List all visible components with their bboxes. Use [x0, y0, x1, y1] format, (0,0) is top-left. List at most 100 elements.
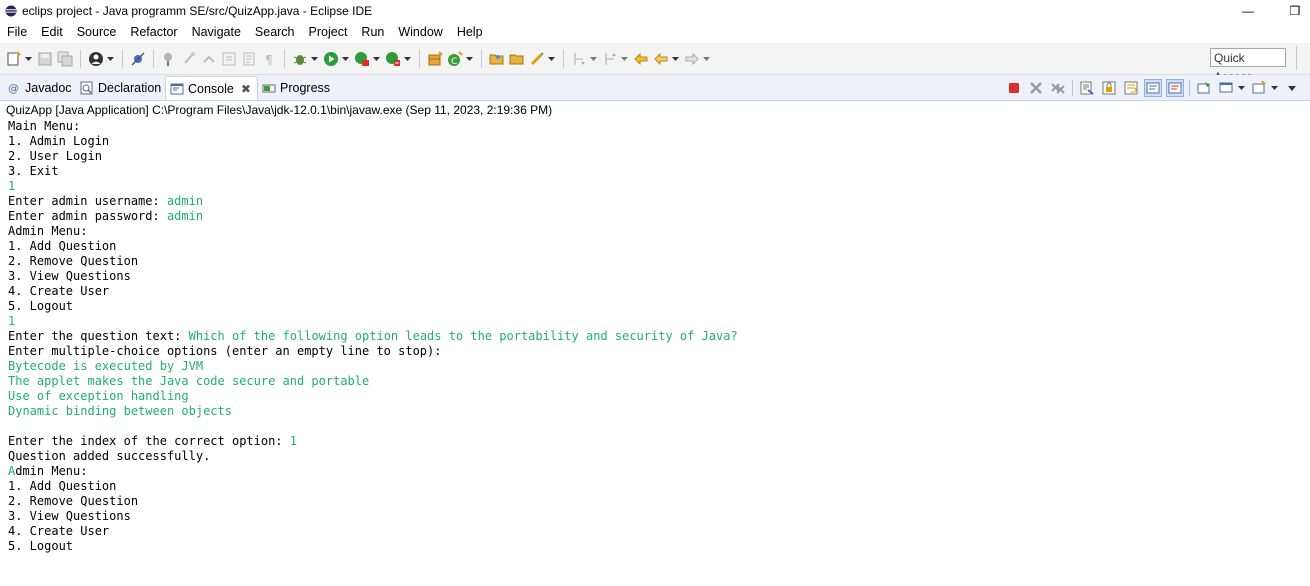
tab-javadoc[interactable]: @ Javadoc [3, 77, 72, 99]
declaration-icon [80, 81, 94, 95]
tab-label: Declaration [98, 81, 162, 95]
console-input-text: 1 [289, 434, 297, 448]
chevron-down-icon[interactable] [547, 51, 555, 67]
new-java-package-icon[interactable] [427, 50, 443, 67]
new-icon[interactable] [6, 50, 22, 67]
chevron-down-icon[interactable] [310, 51, 318, 67]
last-edit-location-icon[interactable] [633, 51, 649, 67]
svg-text:¶: ¶ [265, 53, 273, 67]
chevron-down-icon[interactable] [465, 51, 473, 67]
new-java-class-icon[interactable]: C [447, 50, 463, 67]
console-view-toolbar [1003, 78, 1303, 98]
console-output-text: 3. View Questions [8, 269, 131, 283]
toolbar-separator [284, 49, 285, 68]
view-menu-icon[interactable] [1284, 80, 1300, 96]
menu-project[interactable]: Project [302, 22, 355, 42]
display-selected-console-icon[interactable] [1218, 80, 1234, 96]
console-line: 5. Logout [8, 539, 1308, 554]
word-wrap-icon [241, 51, 257, 67]
menu-refactor[interactable]: Refactor [123, 22, 184, 42]
console-output-text: Admin Menu: [8, 224, 88, 238]
toolbar-separator [481, 49, 482, 68]
show-console-output-icon[interactable] [1144, 79, 1162, 97]
run-icon[interactable] [323, 51, 339, 67]
toolbar-separator [563, 49, 564, 68]
console-output[interactable]: Main Menu: 1. Admin Login 2. User Login 3. … [8, 119, 1308, 584]
open-task-icon[interactable] [509, 51, 525, 67]
console-line: Main Menu: [8, 119, 1308, 134]
remove-launch-icon [1028, 80, 1044, 96]
chevron-down-icon[interactable] [24, 51, 32, 67]
console-line: 2. User Login [8, 149, 1308, 164]
menu-source[interactable]: Source [70, 22, 124, 42]
progress-icon [262, 81, 276, 95]
toolbar-separator [153, 49, 154, 68]
menu-file[interactable]: File [0, 22, 34, 42]
chevron-down-icon[interactable] [372, 51, 380, 67]
console-input-text: admin [166, 209, 204, 223]
debug-icon[interactable] [292, 51, 308, 67]
console-output-text: 3. View Questions [8, 509, 131, 523]
console-line: 1. Admin Login [8, 134, 1308, 149]
scroll-lock-icon[interactable] [1101, 80, 1117, 96]
console-output-text: Enter multiple-choice options (enter an … [8, 344, 442, 358]
eclipse-window: eclips project - Java programm SE/src/Qu… [0, 0, 1310, 586]
console-output-text: Enter the question text: [8, 329, 189, 343]
console-output-text: Main Menu: [8, 119, 81, 133]
block-selection-icon [221, 51, 237, 67]
chevron-down-icon[interactable] [1270, 80, 1278, 96]
minimize-button[interactable]: — [1228, 0, 1268, 22]
console-icon [170, 82, 184, 96]
pin-console-icon[interactable] [1196, 80, 1212, 96]
tab-label: Progress [280, 81, 331, 95]
tab-progress[interactable]: Progress [258, 77, 330, 99]
chevron-down-icon[interactable] [341, 51, 349, 67]
chevron-down-icon[interactable] [1237, 80, 1245, 96]
menu-navigate[interactable]: Navigate [185, 22, 248, 42]
clear-console-icon[interactable] [1079, 80, 1095, 96]
chevron-down-icon[interactable] [106, 51, 114, 67]
close-icon[interactable]: ✖ [241, 82, 251, 96]
open-console-icon[interactable] [1251, 80, 1267, 96]
show-standard-error-icon[interactable] [1166, 79, 1184, 97]
toolbar-separator [1072, 80, 1073, 96]
console-output-text: 2. Remove Question [8, 494, 139, 508]
tab-console[interactable]: Console ✖ [165, 76, 258, 100]
coverage-icon[interactable] [354, 51, 370, 67]
menu-window[interactable]: Window [391, 22, 449, 42]
skip-breakpoints-icon[interactable] [130, 51, 146, 67]
console-line: 2. Remove Question [8, 494, 1308, 509]
open-type-icon[interactable] [161, 51, 177, 67]
perspective-separator [1296, 46, 1297, 70]
console-line: 2. Remove Question [8, 254, 1308, 269]
search-pencil-icon[interactable] [529, 51, 545, 67]
menu-help[interactable]: Help [450, 22, 490, 42]
menu-edit[interactable]: Edit [34, 22, 70, 42]
tab-declaration[interactable]: Declaration [76, 77, 161, 99]
external-tools-icon[interactable] [385, 51, 401, 67]
console-output-text: 1. Admin Login [8, 134, 110, 148]
menu-search[interactable]: Search [248, 22, 302, 42]
word-wrap-console-icon[interactable] [1123, 80, 1139, 96]
menu-run[interactable]: Run [354, 22, 391, 42]
quick-access-input[interactable]: Quick Access [1210, 48, 1286, 84]
chevron-down-icon[interactable] [671, 51, 679, 67]
console-line: 4. Create User [8, 524, 1308, 539]
open-folder-icon[interactable] [489, 51, 505, 67]
chevron-down-icon[interactable] [403, 51, 411, 67]
restore-button[interactable]: ❒ [1275, 0, 1310, 22]
toolbar-separator [80, 49, 81, 68]
console-line: Bytecode is executed by JVM [8, 359, 1308, 374]
previous-annotation-icon [602, 51, 618, 67]
main-toolbar: ¶ C Quick [0, 43, 1310, 84]
console-output-text: Enter admin password: [8, 209, 167, 223]
user-profile-icon[interactable] [88, 51, 104, 67]
console-output-text: 3. Exit [8, 164, 59, 178]
save-all-icon [57, 51, 73, 67]
console-line: Admin Menu: [8, 464, 1308, 479]
console-output-text: Question added successfully. [8, 449, 211, 463]
console-input-text: Dynamic binding between objects [8, 404, 232, 418]
back-arrow-icon[interactable] [653, 51, 669, 67]
terminate-icon[interactable] [1006, 80, 1022, 96]
